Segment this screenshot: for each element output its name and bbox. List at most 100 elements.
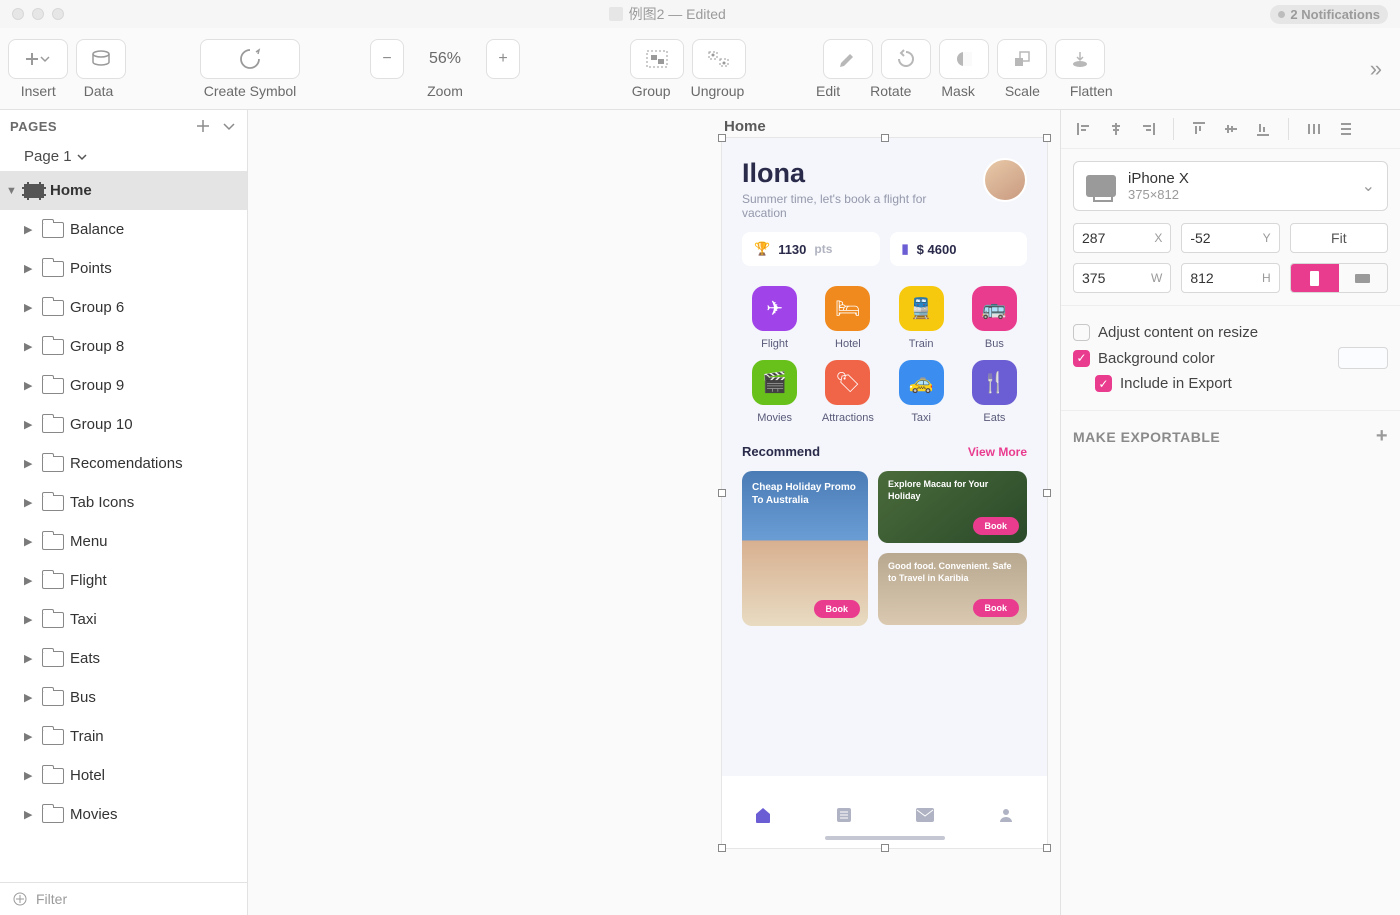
layer-item[interactable]: ▶Flight	[0, 561, 247, 600]
y-input[interactable]: -52Y	[1181, 223, 1279, 253]
canvas[interactable]: Home Ilona Summer time, let's book a fli…	[248, 110, 1060, 915]
close-window[interactable]	[12, 8, 24, 20]
include-export-checkbox[interactable]: ✓ Include in Export	[1095, 375, 1388, 392]
disclosure-triangle-icon[interactable]: ▶	[24, 535, 36, 548]
selection-handle[interactable]	[718, 844, 726, 852]
disclosure-triangle-icon[interactable]: ▶	[24, 340, 36, 353]
disclosure-triangle-icon[interactable]: ▶	[24, 691, 36, 704]
selection-handle[interactable]	[881, 844, 889, 852]
align-top-icon[interactable]	[1188, 118, 1210, 140]
disclosure-triangle-icon[interactable]: ▶	[24, 769, 36, 782]
layer-item[interactable]: ▶Group 6	[0, 288, 247, 327]
disclosure-triangle-icon[interactable]: ▶	[24, 496, 36, 509]
category-train: 🚆Train	[889, 286, 954, 350]
portrait-option[interactable]	[1291, 264, 1339, 292]
recommend-title: Recommend	[742, 444, 820, 459]
align-center-h-icon[interactable]	[1105, 118, 1127, 140]
folder-icon	[42, 690, 64, 706]
layer-item[interactable]: ▶Movies	[0, 795, 247, 834]
zoom-window[interactable]	[52, 8, 64, 20]
plus-icon[interactable]: +	[1376, 425, 1388, 448]
disclosure-triangle-icon[interactable]: ▶	[24, 730, 36, 743]
layer-item[interactable]: ▶Group 8	[0, 327, 247, 366]
disclosure-triangle-icon[interactable]: ▶	[24, 379, 36, 392]
selection-handle[interactable]	[1043, 844, 1051, 852]
rotate-button[interactable]	[881, 39, 931, 79]
folder-icon	[42, 222, 64, 238]
layer-item[interactable]: ▶Taxi	[0, 600, 247, 639]
alignment-row	[1061, 110, 1400, 149]
create-symbol-button[interactable]	[200, 39, 300, 79]
make-exportable-header[interactable]: MAKE EXPORTABLE +	[1061, 410, 1400, 462]
disclosure-triangle-icon[interactable]: ▼	[6, 185, 18, 197]
edit-button[interactable]	[823, 39, 873, 79]
artboard-layer-home[interactable]: ▼ Home	[0, 171, 247, 210]
selection-handle[interactable]	[1043, 489, 1051, 497]
adjust-content-checkbox[interactable]: Adjust content on resize	[1073, 324, 1388, 341]
disclosure-triangle-icon[interactable]: ▶	[24, 613, 36, 626]
distribute-h-icon[interactable]	[1303, 118, 1325, 140]
align-bottom-icon[interactable]	[1252, 118, 1274, 140]
folder-icon	[42, 261, 64, 277]
insert-button[interactable]	[8, 39, 68, 79]
disclosure-triangle-icon[interactable]: ▶	[24, 223, 36, 236]
disclosure-triangle-icon[interactable]: ▶	[24, 262, 36, 275]
category-flight: ✈Flight	[742, 286, 807, 350]
add-page-icon[interactable]	[195, 118, 211, 134]
folder-icon	[42, 456, 64, 472]
folder-icon	[42, 339, 64, 355]
artboard-home[interactable]: Ilona Summer time, let's book a flight f…	[722, 138, 1047, 848]
filter-icon	[12, 891, 28, 907]
layer-item[interactable]: ▶Group 9	[0, 366, 247, 405]
background-color-swatch[interactable]	[1338, 347, 1388, 369]
align-center-v-icon[interactable]	[1220, 118, 1242, 140]
layer-item[interactable]: ▶Group 10	[0, 405, 247, 444]
layer-item[interactable]: ▶Recomendations	[0, 444, 247, 483]
layer-item[interactable]: ▶Eats	[0, 639, 247, 678]
height-input[interactable]: 812H	[1181, 263, 1279, 293]
x-input[interactable]: 287X	[1073, 223, 1171, 253]
disclosure-triangle-icon[interactable]: ▶	[24, 418, 36, 431]
notifications-badge[interactable]: 2 Notifications	[1270, 5, 1388, 24]
landscape-option[interactable]	[1339, 264, 1387, 292]
filter-bar[interactable]: Filter	[0, 882, 247, 915]
ungroup-button[interactable]	[692, 39, 746, 79]
artboard-label[interactable]: Home	[724, 118, 766, 135]
minimize-window[interactable]	[32, 8, 44, 20]
data-button[interactable]	[76, 39, 126, 79]
zoom-in-button[interactable]: +	[486, 39, 520, 79]
mask-button[interactable]	[939, 39, 989, 79]
distribute-v-icon[interactable]	[1335, 118, 1357, 140]
disclosure-triangle-icon[interactable]: ▶	[24, 808, 36, 821]
fit-button[interactable]: Fit	[1290, 223, 1388, 253]
orientation-toggle[interactable]	[1290, 263, 1388, 293]
layer-item[interactable]: ▶Hotel	[0, 756, 247, 795]
layer-item[interactable]: ▶Balance	[0, 210, 247, 249]
zoom-out-button[interactable]: −	[370, 39, 404, 79]
layer-item[interactable]: ▶Train	[0, 717, 247, 756]
selection-handle[interactable]	[1043, 134, 1051, 142]
align-left-icon[interactable]	[1073, 118, 1095, 140]
selection-handle[interactable]	[881, 134, 889, 142]
selection-handle[interactable]	[718, 134, 726, 142]
disclosure-triangle-icon[interactable]: ▶	[24, 574, 36, 587]
disclosure-triangle-icon[interactable]: ▶	[24, 301, 36, 314]
disclosure-triangle-icon[interactable]: ▶	[24, 652, 36, 665]
pages-chevron-icon[interactable]	[221, 118, 237, 134]
page-item[interactable]: Page 1	[0, 142, 247, 171]
zoom-value[interactable]: 56%	[412, 39, 478, 79]
layer-item[interactable]: ▶Points	[0, 249, 247, 288]
layer-item[interactable]: ▶Tab Icons	[0, 483, 247, 522]
layer-item[interactable]: ▶Menu	[0, 522, 247, 561]
layer-item[interactable]: ▶Bus	[0, 678, 247, 717]
selection-handle[interactable]	[718, 489, 726, 497]
toolbar-overflow[interactable]: »	[1370, 56, 1392, 82]
group-button[interactable]	[630, 39, 684, 79]
disclosure-triangle-icon[interactable]: ▶	[24, 457, 36, 470]
device-selector[interactable]: iPhone X 375×812 ⌄	[1073, 161, 1388, 211]
flatten-button[interactable]	[1055, 39, 1105, 79]
align-right-icon[interactable]	[1137, 118, 1159, 140]
scale-button[interactable]	[997, 39, 1047, 79]
width-input[interactable]: 375W	[1073, 263, 1171, 293]
background-color-checkbox[interactable]: ✓ Background color	[1073, 347, 1388, 369]
